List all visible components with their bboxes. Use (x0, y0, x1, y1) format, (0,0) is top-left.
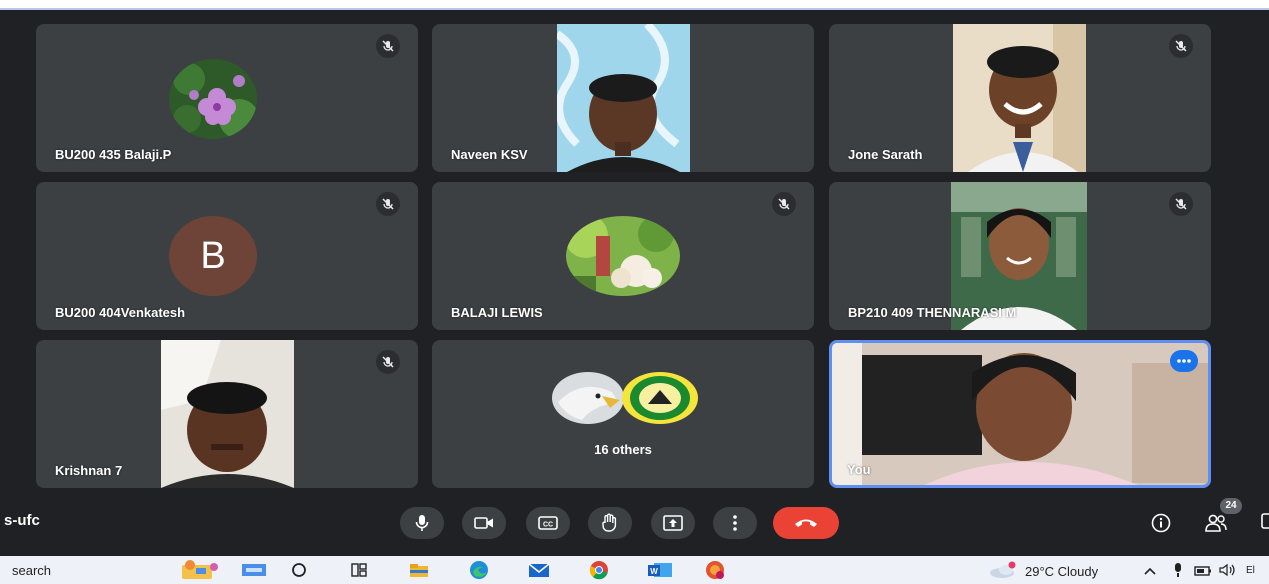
present-button[interactable] (651, 507, 695, 539)
muted-mic-icon (1169, 192, 1193, 216)
club-logo-avatar (622, 372, 698, 424)
participant-name: BU200 404Venkatesh (55, 305, 186, 320)
muted-mic-icon (1169, 34, 1193, 58)
participant-video (557, 24, 690, 172)
participant-name: Naveen KSV (451, 147, 528, 162)
participant-tile[interactable]: BALAJI LEWIS (432, 182, 814, 330)
more-vert-icon (733, 515, 737, 531)
tray-chevron-icon[interactable] (1143, 564, 1157, 576)
chat-icon (1261, 513, 1269, 529)
microphone-button[interactable] (400, 507, 444, 539)
widgets-icon[interactable] (178, 560, 220, 580)
chrome-icon[interactable] (588, 560, 610, 580)
participant-tile[interactable]: B BU200 404Venkatesh (36, 182, 418, 330)
participant-name: Jone Sarath (848, 147, 923, 162)
chat-button[interactable] (1260, 512, 1269, 534)
svg-text:W: W (650, 567, 658, 576)
participant-name: BALAJI LEWIS (451, 305, 543, 320)
tray-mic-icon[interactable] (1172, 562, 1184, 578)
flower-avatar (169, 59, 257, 139)
camera-icon (474, 517, 493, 529)
info-icon (1151, 513, 1171, 533)
leave-call-button[interactable] (773, 507, 839, 539)
captions-button[interactable]: CC (526, 507, 570, 539)
participant-name: Krishnan 7 (55, 463, 123, 478)
hang-up-icon (795, 519, 817, 527)
top-divider (0, 8, 1269, 10)
raise-hand-button[interactable] (588, 507, 632, 539)
muted-mic-icon (376, 34, 400, 58)
more-horiz-icon (1177, 359, 1191, 363)
microphone-icon (415, 515, 429, 531)
camera-button[interactable] (462, 507, 506, 539)
letter-avatar: B (169, 216, 257, 296)
volume-icon[interactable] (1218, 563, 1238, 577)
weather-icon[interactable] (988, 561, 1018, 579)
edge-icon[interactable] (468, 560, 490, 580)
svg-text:CC: CC (543, 522, 553, 529)
present-screen-icon (663, 515, 683, 531)
participant-name: You (847, 462, 871, 477)
taskbar-search[interactable]: search (12, 563, 51, 578)
cortana-icon[interactable] (288, 560, 310, 580)
eagle-avatar (552, 372, 624, 424)
weather-text[interactable]: 29°C Cloudy (1025, 564, 1098, 579)
windows-taskbar: search W 29°C Cloudy El (0, 556, 1269, 584)
self-tile[interactable]: You (829, 340, 1211, 488)
hand-icon (602, 513, 617, 532)
meeting-details-button[interactable] (1148, 510, 1174, 536)
self-video (832, 343, 1208, 485)
captions-icon: CC (538, 516, 558, 530)
battery-icon[interactable] (1194, 564, 1212, 576)
participant-name: BP210 409 THENNARASI M (848, 305, 1017, 320)
photo-avatar (566, 216, 680, 296)
participant-tile[interactable]: BU200 435 Balaji.P (36, 24, 418, 172)
participant-video (953, 24, 1086, 172)
others-count: 16 others (594, 442, 652, 457)
meeting-code: s-ufc (4, 512, 40, 529)
participant-tile[interactable]: BP210 409 THENNARASI M (829, 182, 1211, 330)
others-tile[interactable]: 16 others (432, 340, 814, 488)
language-indicator[interactable]: El (1246, 565, 1255, 576)
widget-extra-icon[interactable] (240, 560, 270, 580)
participant-video (161, 340, 294, 488)
participant-name: BU200 435 Balaji.P (55, 147, 172, 162)
muted-mic-icon (376, 192, 400, 216)
people-icon (1205, 514, 1227, 532)
self-options-button[interactable] (1170, 350, 1198, 372)
participants-count-badge: 24 (1220, 498, 1242, 514)
mail-icon[interactable] (528, 560, 550, 580)
participant-tile[interactable]: Krishnan 7 (36, 340, 418, 488)
participant-tile[interactable]: Jone Sarath (829, 24, 1211, 172)
task-view-icon[interactable] (348, 560, 370, 580)
participant-tile[interactable]: Naveen KSV (432, 24, 814, 172)
more-options-button[interactable] (713, 507, 757, 539)
profile-app-icon[interactable] (704, 560, 726, 580)
word-icon[interactable]: W (646, 560, 674, 580)
muted-mic-icon (772, 192, 796, 216)
file-explorer-icon[interactable] (408, 560, 430, 580)
muted-mic-icon (376, 350, 400, 374)
